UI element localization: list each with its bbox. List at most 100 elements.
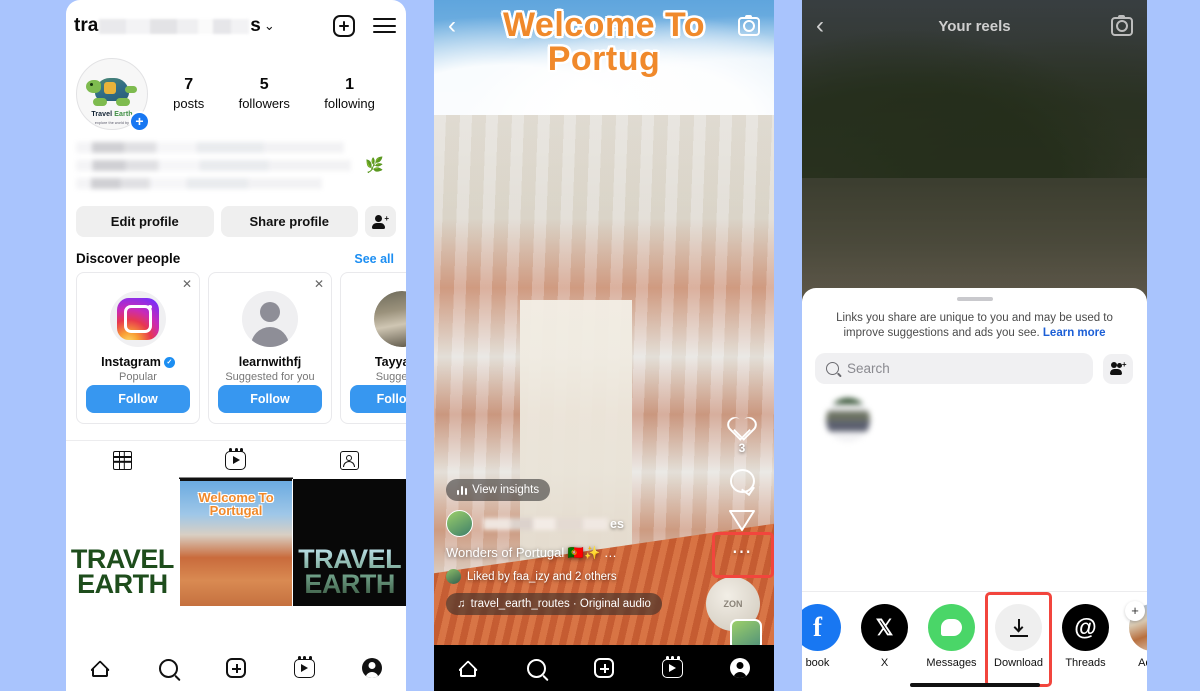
share-app-x[interactable]: 𝕏 X bbox=[851, 604, 918, 669]
nav-profile[interactable] bbox=[727, 655, 753, 681]
discover-see-all-link[interactable]: See all bbox=[354, 252, 394, 266]
avatar bbox=[826, 398, 870, 442]
share-button[interactable] bbox=[718, 507, 766, 533]
posts-count: 7 bbox=[184, 76, 194, 93]
discover-card-name: Instagram ✓ bbox=[101, 355, 175, 369]
camera-icon[interactable] bbox=[1111, 14, 1133, 36]
discover-people-header: Discover people See all bbox=[66, 237, 406, 272]
add-people-button[interactable]: + bbox=[1103, 353, 1133, 384]
profile-tabs bbox=[66, 440, 406, 479]
grid-item[interactable]: TRAVEL EARTH bbox=[66, 479, 179, 606]
nav-home[interactable] bbox=[87, 655, 113, 681]
chevron-down-icon[interactable]: ⌄ bbox=[264, 18, 275, 34]
stat-posts[interactable]: 7 posts bbox=[173, 75, 204, 113]
follow-button[interactable]: Follow b bbox=[350, 385, 406, 413]
follow-button[interactable]: Follow bbox=[86, 385, 190, 413]
reel-viewer-panel: ‹ Your reels Welcome To Portug ZON 3 ⋯ V… bbox=[434, 0, 774, 691]
discover-card-subtitle: Suggested bbox=[375, 371, 406, 383]
nav-home[interactable] bbox=[455, 655, 481, 681]
stat-following[interactable]: 1 following bbox=[324, 75, 375, 113]
share-app-add-new[interactable]: + Add n bbox=[1119, 601, 1147, 669]
home-indicator bbox=[909, 683, 1040, 687]
bio-line-blurred bbox=[76, 142, 344, 153]
reel-author-row[interactable]: es bbox=[446, 510, 704, 537]
edit-profile-button[interactable]: Edit profile bbox=[76, 206, 214, 237]
share-profile-button[interactable]: Share profile bbox=[220, 206, 358, 237]
profile-header: tra s ⌄ bbox=[66, 0, 406, 52]
nav-search[interactable] bbox=[523, 655, 549, 681]
overlay-line2: Portugal bbox=[209, 503, 263, 519]
share-app-label: book bbox=[805, 657, 830, 669]
instagram-profile-panel: tra s ⌄ Travel Earth explore the world b… bbox=[66, 0, 406, 691]
hamburger-icon[interactable] bbox=[373, 18, 396, 34]
bottom-navigation-bar bbox=[434, 645, 774, 691]
share-page-title: Your reels bbox=[938, 17, 1011, 35]
avatar bbox=[446, 510, 473, 537]
grid-item[interactable]: TRAVEL EARTH bbox=[293, 479, 406, 606]
bottom-navigation-bar bbox=[66, 645, 406, 691]
close-icon[interactable]: ✕ bbox=[182, 277, 192, 291]
plus-icon[interactable]: + bbox=[1125, 601, 1145, 621]
discover-people-title: Discover people bbox=[76, 251, 181, 266]
nav-create[interactable] bbox=[223, 655, 249, 681]
tab-grid[interactable] bbox=[66, 441, 179, 479]
external-apps-row: f book 𝕏 X Messages Download @ Threads +… bbox=[802, 592, 1147, 687]
audio-label: travel_earth_routes · Original audio bbox=[470, 598, 651, 610]
share-app-label: Threads bbox=[1065, 657, 1106, 669]
nav-profile[interactable] bbox=[359, 655, 385, 681]
add-story-badge[interactable]: + bbox=[129, 111, 150, 132]
followers-label: followers bbox=[238, 96, 290, 111]
share-app-threads[interactable]: @ Threads bbox=[1052, 604, 1119, 669]
card-username: Instagram bbox=[101, 355, 161, 369]
username-prefix: tra bbox=[74, 15, 99, 36]
avatar[interactable]: Travel Earth explore the world by + bbox=[76, 58, 150, 132]
nav-reels[interactable] bbox=[291, 655, 317, 681]
stat-followers[interactable]: 5 followers bbox=[239, 75, 290, 113]
tab-tagged[interactable] bbox=[293, 441, 406, 479]
music-note-icon: ♫ bbox=[457, 598, 466, 610]
search-input[interactable] bbox=[847, 361, 1082, 376]
contact-item[interactable] bbox=[826, 398, 870, 442]
share-paperplane-icon bbox=[728, 507, 756, 533]
like-button[interactable]: 3 bbox=[718, 414, 766, 455]
reel-author-username: es bbox=[481, 517, 624, 531]
discover-card[interactable]: ✕ Tayyab A Suggested Follow b bbox=[340, 272, 406, 424]
nav-reels[interactable] bbox=[659, 655, 685, 681]
view-insights-pill[interactable]: View insights bbox=[446, 479, 551, 501]
comment-button[interactable] bbox=[718, 469, 766, 493]
followers-count: 5 bbox=[259, 76, 269, 93]
avatar bbox=[374, 291, 406, 347]
back-icon[interactable]: ‹ bbox=[816, 14, 824, 38]
follow-button[interactable]: Follow bbox=[218, 385, 322, 413]
discover-people-list[interactable]: ✕ Instagram ✓ Popular Follow ✕ learnwith… bbox=[66, 272, 406, 424]
liked-by-row[interactable]: Liked by faa_izy and 2 others bbox=[446, 569, 704, 584]
audio-pill[interactable]: ♫ travel_earth_routes · Original audio bbox=[446, 593, 662, 615]
profile-username[interactable]: tra s ⌄ bbox=[74, 15, 275, 37]
share-app-download[interactable]: Download bbox=[985, 592, 1052, 687]
overlay-title-line1: Welcome To bbox=[502, 6, 706, 44]
share-app-facebook[interactable]: f book bbox=[802, 604, 851, 669]
view-insights-label: View insights bbox=[472, 484, 540, 496]
contacts-list bbox=[802, 384, 1147, 442]
share-app-messages[interactable]: Messages bbox=[918, 604, 985, 669]
grid-item[interactable]: Welcome To Portugal bbox=[179, 479, 293, 606]
reels-icon bbox=[661, 655, 683, 678]
profile-action-buttons: Edit profile Share profile + bbox=[66, 200, 406, 237]
learn-more-link[interactable]: Learn more bbox=[1043, 327, 1106, 339]
tab-reels[interactable] bbox=[179, 441, 292, 479]
discover-card[interactable]: ✕ learnwithfj Suggested for you Follow bbox=[208, 272, 332, 424]
grid-item-overlay-text: Welcome To Portugal bbox=[180, 491, 293, 518]
nav-create[interactable] bbox=[591, 655, 617, 681]
close-icon[interactable]: ✕ bbox=[314, 277, 324, 291]
grid-title-line2: EARTH bbox=[304, 569, 395, 600]
discover-card[interactable]: ✕ Instagram ✓ Popular Follow bbox=[76, 272, 200, 424]
nav-search[interactable] bbox=[155, 655, 181, 681]
plus-square-icon[interactable] bbox=[333, 15, 355, 37]
share-search-row: + bbox=[802, 341, 1147, 384]
facebook-icon: f bbox=[802, 604, 841, 651]
profile-stats-row: Travel Earth explore the world by + 7 po… bbox=[66, 52, 406, 132]
search-box[interactable] bbox=[815, 353, 1093, 384]
add-person-button[interactable]: + bbox=[365, 206, 396, 237]
reel-caption[interactable]: Wonders of Portugal 🇵🇹✨ … bbox=[446, 545, 704, 561]
discover-card-name: Tayyab A bbox=[375, 355, 406, 369]
